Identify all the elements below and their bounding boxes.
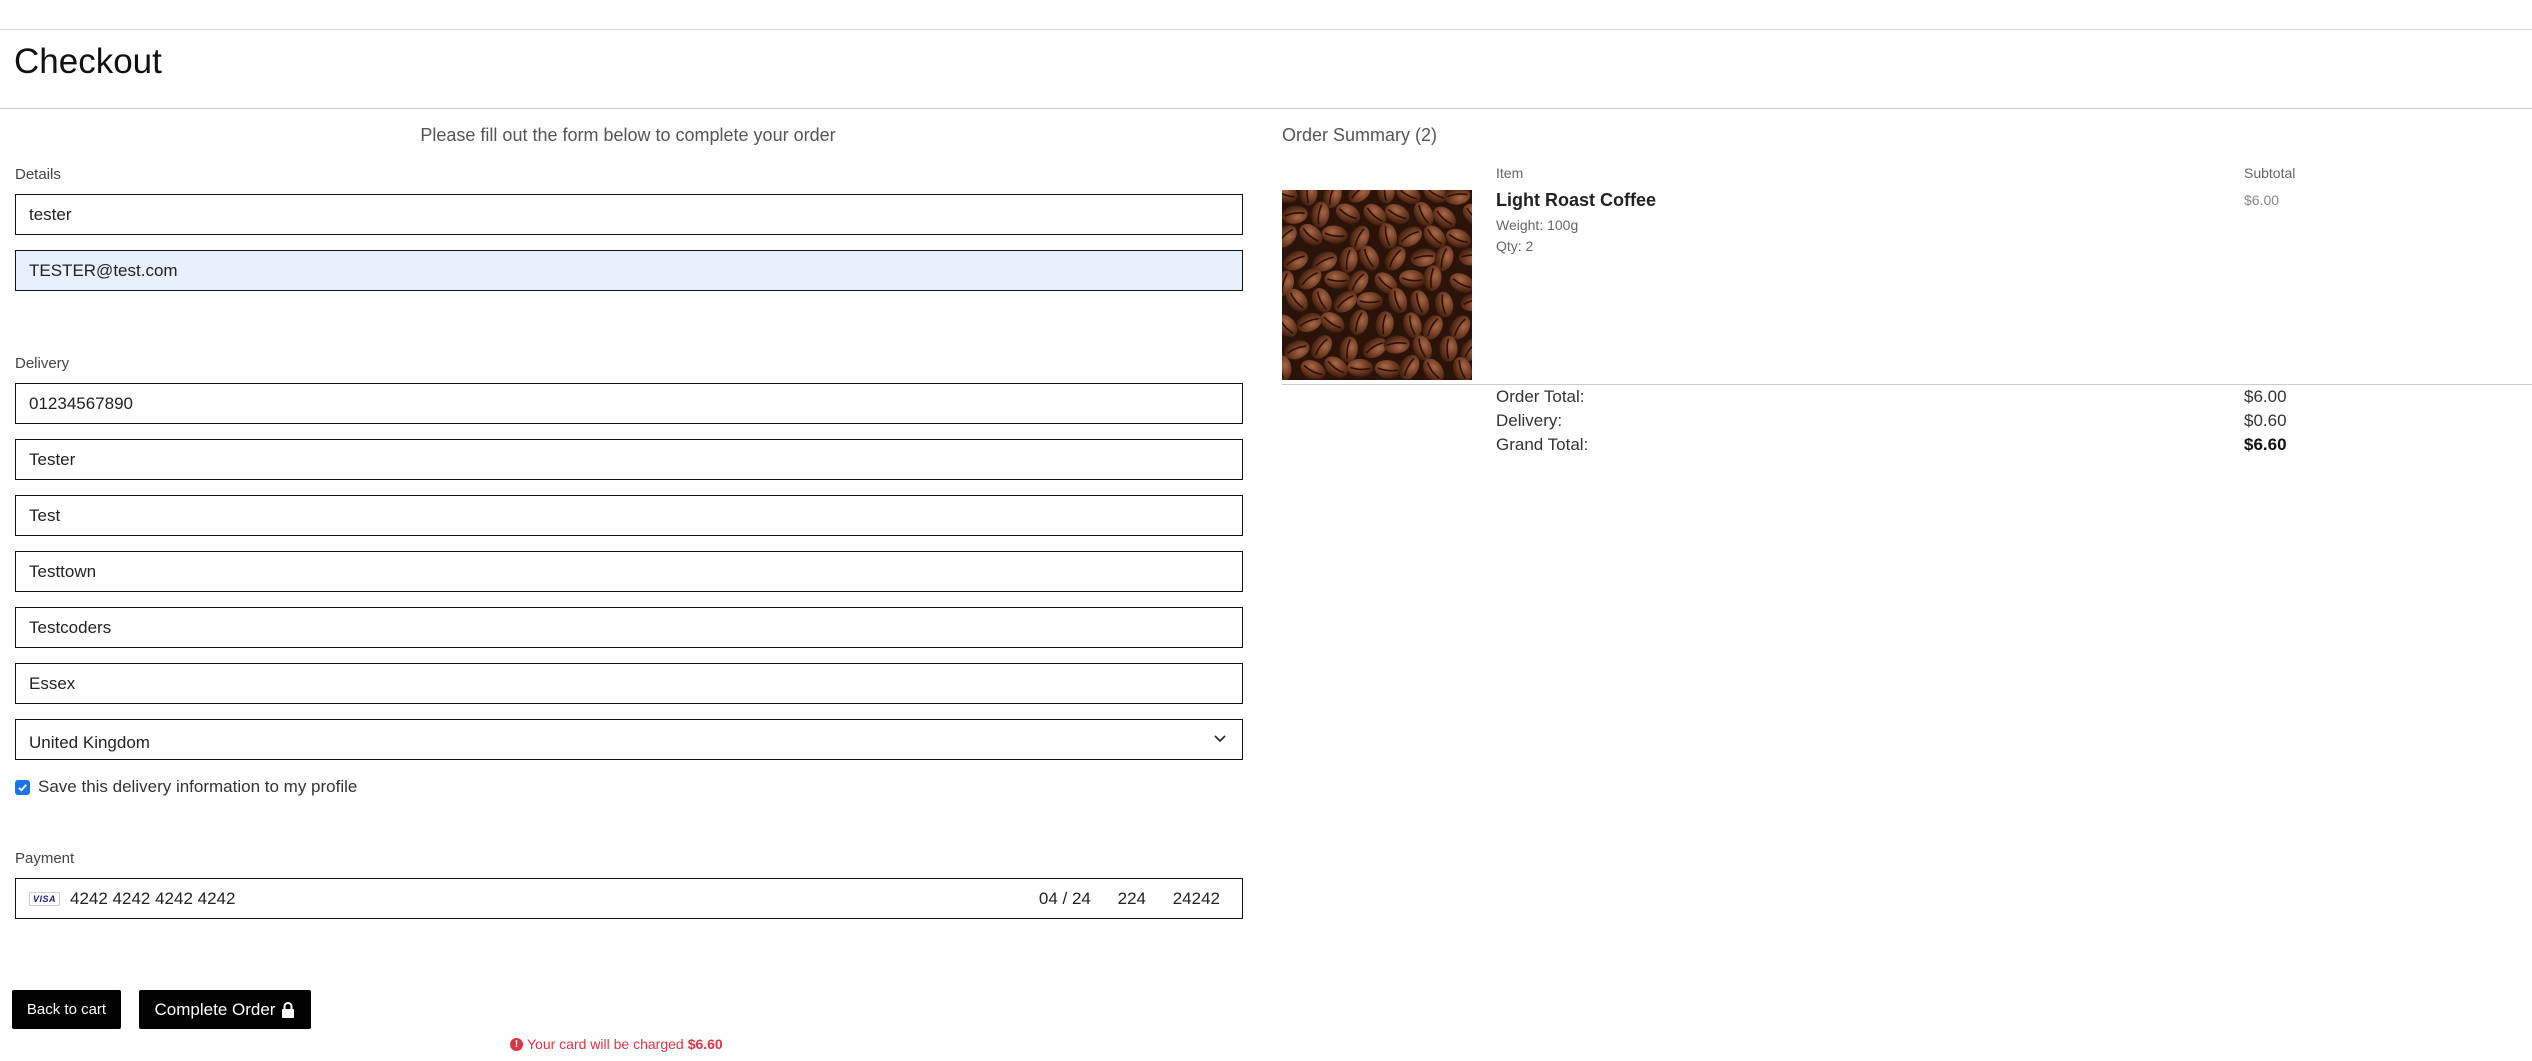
grand-total-value: $6.60: [2244, 435, 2287, 454]
grand-total-label: Grand Total:: [1496, 435, 1589, 454]
charge-notice: ! Your card will be charged $6.60: [510, 1036, 723, 1052]
item-column-label: Item: [1496, 165, 1524, 181]
full-name-input[interactable]: tester: [15, 194, 1243, 235]
country-select[interactable]: United Kingdom: [15, 719, 1243, 760]
delivery-cost-value: $0.60: [2244, 411, 2287, 430]
email-value: TESTER@test.com: [29, 260, 178, 280]
county-input[interactable]: Essex: [15, 663, 1243, 704]
product-name: Light Roast Coffee: [1496, 190, 1656, 210]
country-value: United Kingdom: [29, 732, 150, 752]
county-value: Essex: [29, 673, 76, 693]
top-divider: [0, 29, 2532, 30]
summary-divider: [1282, 384, 2532, 385]
coffee-beans-image[interactable]: [1282, 190, 1472, 380]
order-summary-title: Order Summary (2): [1282, 125, 1438, 145]
street-address2-value: Test: [29, 505, 61, 525]
street-address2-input[interactable]: Test: [15, 495, 1243, 536]
email-input[interactable]: TESTER@test.com: [15, 250, 1243, 291]
form-instructions: Please fill out the form below to comple…: [420, 125, 836, 145]
save-info-label: Save this delivery information to my pro…: [38, 777, 358, 796]
payment-label: Payment: [15, 850, 75, 867]
back-to-cart-label: Back to cart: [26, 1001, 107, 1018]
product-subtotal: $6.00: [2244, 192, 2280, 208]
subtotal-column-label: Subtotal: [2244, 165, 2296, 181]
save-info-checkbox[interactable]: [15, 779, 30, 795]
card-element[interactable]: VISA 4242 4242 4242 4242 04 / 24 224 242…: [15, 878, 1243, 919]
phone-value: 01234567890: [29, 393, 134, 413]
card-postal-value[interactable]: 24242: [1173, 889, 1220, 908]
charge-amount: $6.60: [687, 1036, 723, 1052]
town-value: Testtown: [29, 561, 97, 581]
street-address1-value: Tester: [29, 449, 76, 469]
delivery-label: Delivery: [15, 355, 70, 372]
card-cvc-value[interactable]: 224: [1118, 889, 1146, 908]
visa-card-icon: VISA: [29, 891, 61, 906]
chevron-down-icon: [1214, 735, 1226, 743]
details-label: Details: [15, 166, 61, 183]
full-name-value: tester: [29, 204, 72, 224]
title-divider: [0, 108, 2532, 109]
check-icon: [18, 783, 27, 792]
town-input[interactable]: Testtown: [15, 551, 1243, 592]
back-to-cart-button[interactable]: Back to cart: [12, 990, 121, 1029]
card-number-value[interactable]: 4242 4242 4242 4242: [70, 889, 235, 909]
save-info-row[interactable]: Save this delivery information to my pro…: [15, 777, 357, 797]
card-expiry-value[interactable]: 04 / 24: [1039, 889, 1091, 908]
product-weight: Weight: 100g: [1496, 217, 1579, 233]
charge-notice-text: Your card will be charged: [527, 1036, 684, 1052]
order-total-label: Order Total:: [1496, 387, 1585, 406]
delivery-cost-label: Delivery:: [1496, 411, 1563, 430]
lock-icon: [282, 1001, 295, 1018]
street-address1-input[interactable]: Tester: [15, 439, 1243, 480]
product-qty: Qty: 2: [1496, 238, 1534, 254]
complete-order-button[interactable]: Complete Order: [139, 990, 311, 1029]
exclamation-circle-icon: !: [510, 1037, 523, 1051]
page-title: Checkout: [14, 42, 162, 81]
postcode-value: Testcoders: [29, 617, 112, 637]
postcode-input[interactable]: Testcoders: [15, 607, 1243, 648]
order-total-value: $6.00: [2244, 387, 2287, 406]
complete-order-label: Complete Order: [154, 999, 276, 1019]
phone-input[interactable]: 01234567890: [15, 383, 1243, 424]
